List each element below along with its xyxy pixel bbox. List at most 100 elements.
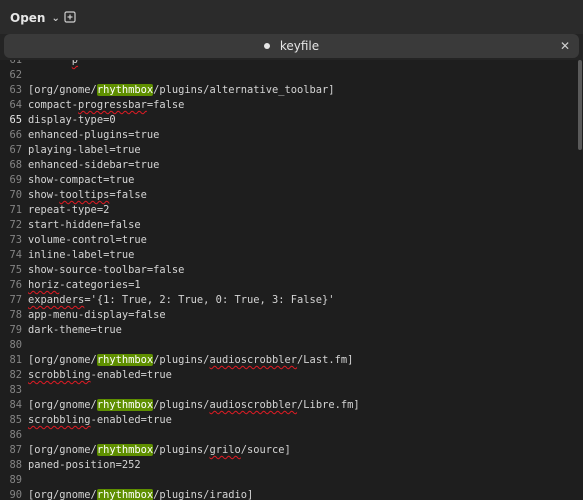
text-editor[interactable]: 61 p 62 63 [org/gnome/rhythmbox/plugins/al…	[0, 60, 583, 500]
editor-line[interactable]: 85 scrobbling-enabled=true	[0, 413, 583, 428]
line-number: 79	[9, 324, 22, 336]
text-segment: show-compact=true	[28, 174, 135, 186]
line-text: playing-label=true	[28, 143, 141, 158]
text-segment: /source]	[240, 444, 291, 456]
line-number: 75	[9, 264, 22, 276]
editor-line[interactable]: 63 [org/gnome/rhythmbox/plugins/alternati…	[0, 83, 583, 98]
text-segment	[28, 60, 72, 66]
editor-line[interactable]: 90 [org/gnome/rhythmbox/plugins/iradio]	[0, 488, 583, 500]
line-number: 82	[9, 369, 22, 381]
text-segment: compact-	[28, 99, 79, 111]
editor-line[interactable]: 73 volume-control=true	[0, 233, 583, 248]
scrollbar-thumb[interactable]	[578, 60, 582, 150]
text-segment: dark-theme=true	[28, 324, 122, 336]
text-segment: /plugins/	[153, 489, 210, 500]
line-text: [org/gnome/rhythmbox/plugins/iradio]	[28, 488, 253, 500]
editor-line[interactable]: 79 dark-theme=true	[0, 323, 583, 338]
text-segment: /Last.fm]	[297, 354, 354, 366]
editor-line[interactable]: 88 paned-position=252	[0, 458, 583, 473]
misspelled-word: scrobbling	[28, 369, 91, 381]
vertical-scrollbar[interactable]	[577, 60, 583, 500]
misspelled-word: iradio	[209, 489, 247, 500]
text-segment: /plugins/	[153, 354, 210, 366]
misspelled-word: progressbar	[78, 99, 147, 111]
line-number: 63	[9, 84, 22, 96]
text-segment: [org/gnome/	[28, 399, 97, 411]
modified-dot-icon	[263, 43, 270, 49]
editor-line[interactable]: 66 enhanced-plugins=true	[0, 128, 583, 143]
misspelled-word: tooltips	[59, 189, 110, 201]
text-segment: -enabled=true	[90, 369, 172, 381]
editor-line[interactable]: 76 horiz-categories=1	[0, 278, 583, 293]
line-number: 68	[9, 159, 22, 171]
line-text: app-menu-display=false	[28, 308, 166, 323]
line-number: 69	[9, 174, 22, 186]
editor-line[interactable]: 89	[0, 473, 583, 488]
editor-line[interactable]: 64 compact-progressbar=false	[0, 98, 583, 113]
line-number: 61	[9, 60, 22, 66]
tab-bar: keyfile ✕	[0, 34, 583, 60]
open-button[interactable]: Open ⌄	[6, 7, 64, 29]
editor-line[interactable]: 84 [org/gnome/rhythmbox/plugins/audioscro…	[0, 398, 583, 413]
editor-lines: 61 p 62 63 [org/gnome/rhythmbox/plugins/al…	[0, 60, 583, 500]
line-text: show-source-toolbar=false	[28, 263, 184, 278]
line-number: 74	[9, 249, 22, 261]
text-segment: /plugins/	[153, 444, 210, 456]
editor-line[interactable]: 86	[0, 428, 583, 443]
gutter-gap	[22, 428, 28, 443]
editor-line[interactable]: 70 show-tooltips=false	[0, 188, 583, 203]
line-number: 77	[9, 294, 22, 306]
text-segment: =false	[109, 189, 147, 201]
editor-line[interactable]: 87 [org/gnome/rhythmbox/plugins/grilo/sou…	[0, 443, 583, 458]
line-number: 64	[9, 99, 22, 111]
line-number: 71	[9, 204, 22, 216]
line-text: scrobbling-enabled=true	[28, 368, 172, 383]
text-segment: enhanced-sidebar=true	[28, 159, 160, 171]
text-segment: paned-position=252	[28, 459, 141, 471]
line-text: show-tooltips=false	[28, 188, 147, 203]
editor-line[interactable]: 62	[0, 68, 583, 83]
text-segment	[78, 60, 122, 66]
line-number: 85	[9, 414, 22, 426]
misspelled-word: grilo	[209, 444, 241, 456]
line-number: 67	[9, 144, 22, 156]
line-text: enhanced-sidebar=true	[28, 158, 159, 173]
line-text: [org/gnome/rhythmbox/plugins/grilo/sourc…	[28, 443, 291, 458]
tab-close-button[interactable]: ✕	[557, 38, 573, 54]
new-tab-button[interactable]	[62, 9, 78, 25]
line-text: volume-control=true	[28, 233, 147, 248]
text-segment: [org/gnome/	[28, 489, 97, 500]
text-segment: /Libre.fm]	[297, 399, 360, 411]
text-segment: enhanced-plugins=true	[28, 129, 160, 141]
search-highlight: rhythmbox	[96, 444, 154, 456]
misspelled-word: horiz	[28, 279, 60, 291]
gutter-gap	[22, 383, 28, 398]
gutter-gap	[22, 68, 28, 83]
editor-line[interactable]: 75 show-source-toolbar=false	[0, 263, 583, 278]
text-segment: /plugins/alternative_toolbar]	[153, 84, 335, 96]
line-text: display-type=0	[28, 113, 116, 128]
line-text: horiz-categories=1	[28, 278, 141, 293]
editor-line[interactable]: 78 app-menu-display=false	[0, 308, 583, 323]
editor-line[interactable]: 67 playing-label=true	[0, 143, 583, 158]
editor-line[interactable]: 61 p	[0, 60, 583, 68]
editor-line[interactable]: 80	[0, 338, 583, 353]
editor-line[interactable]: 74 inline-label=true	[0, 248, 583, 263]
editor-line[interactable]: 82 scrobbling-enabled=true	[0, 368, 583, 383]
line-number: 81	[9, 354, 22, 366]
editor-line[interactable]: 65 display-type=0	[0, 113, 583, 128]
new-tab-icon	[64, 11, 76, 23]
editor-line[interactable]: 68 enhanced-sidebar=true	[0, 158, 583, 173]
search-highlight: rhythmbox	[96, 399, 154, 411]
open-label: Open	[10, 11, 46, 25]
editor-line[interactable]: 69 show-compact=true	[0, 173, 583, 188]
editor-line[interactable]: 71 repeat-type=2	[0, 203, 583, 218]
line-text: p	[28, 60, 122, 68]
misspelled-word: scrobbling	[28, 414, 91, 426]
line-number: 73	[9, 234, 22, 246]
editor-line[interactable]: 77 expanders='{1: True, 2: True, 0: True,…	[0, 293, 583, 308]
tab-keyfile[interactable]: keyfile ✕	[4, 34, 579, 58]
editor-line[interactable]: 81 [org/gnome/rhythmbox/plugins/audioscro…	[0, 353, 583, 368]
editor-line[interactable]: 72 start-hidden=false	[0, 218, 583, 233]
editor-line[interactable]: 83	[0, 383, 583, 398]
